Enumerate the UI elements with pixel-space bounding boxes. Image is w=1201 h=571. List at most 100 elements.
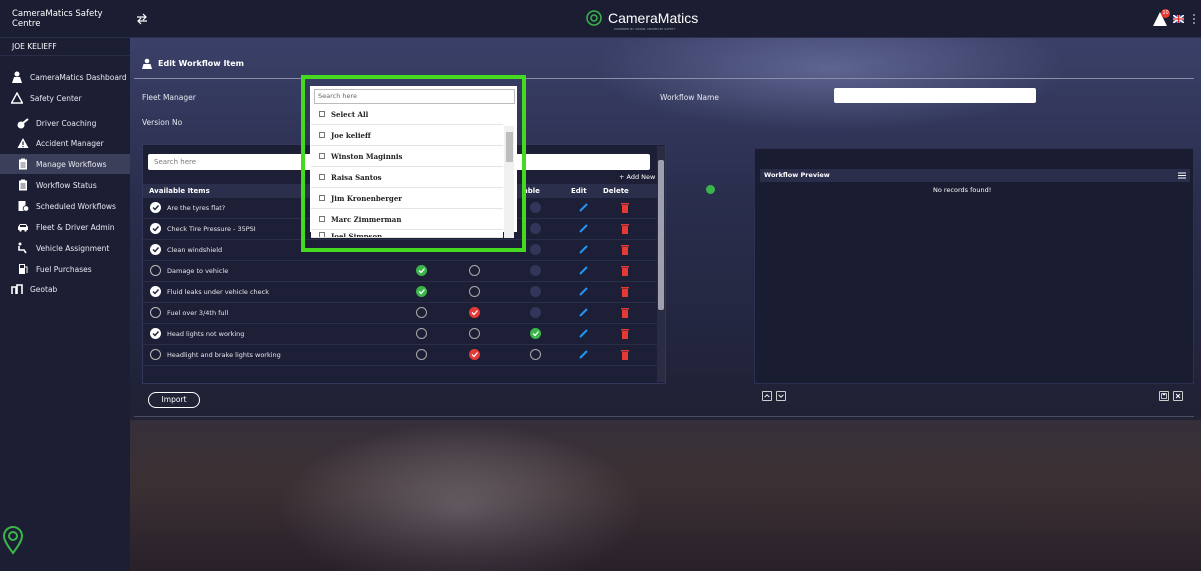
row-name: Headlight and brake lights working (167, 351, 281, 359)
camera-logo-icon (586, 10, 602, 26)
import-button[interactable]: Import (148, 392, 200, 408)
whistle-icon (16, 116, 30, 130)
header-edit: Edit (571, 187, 587, 195)
delete-trash-icon[interactable] (621, 286, 629, 297)
sidebar-item-label: Vehicle Assignment (36, 243, 110, 253)
move-down-icon[interactable] (776, 391, 786, 401)
status-dark-icon[interactable] (530, 202, 541, 213)
sidebar-item-dashboard[interactable]: CameraMatics Dashboard (0, 67, 130, 87)
sidebar-item-label: Geotab (30, 284, 58, 294)
edit-pencil-icon[interactable] (579, 223, 589, 233)
clipboard-person-icon (142, 58, 152, 69)
edit-pencil-icon[interactable] (579, 286, 589, 296)
header-divider (134, 78, 1194, 79)
sidebar-item-manage-workflows[interactable]: Manage Workflows (0, 154, 130, 174)
move-up-icon[interactable] (762, 391, 772, 401)
sidebar-item-safety-center[interactable]: Safety Center (0, 88, 130, 108)
status-red-icon[interactable] (469, 349, 480, 360)
status-green-icon[interactable] (530, 328, 541, 339)
edit-pencil-icon[interactable] (579, 202, 589, 212)
status-empty-icon[interactable] (530, 349, 541, 360)
sidebar-item-fleet-driver-admin[interactable]: Fleet & Driver Admin (0, 217, 130, 237)
status-green-icon[interactable] (416, 265, 427, 276)
notification-badge: 10 (1161, 9, 1170, 18)
edit-pencil-icon[interactable] (579, 244, 589, 254)
checked-circle-icon[interactable] (150, 223, 161, 234)
uk-flag-icon[interactable] (1173, 15, 1184, 23)
sidebar-item-label: Accident Manager (36, 138, 104, 148)
workflow-name-input[interactable] (834, 88, 1036, 103)
logo-text: CameraMatics (608, 10, 699, 26)
edit-pencil-icon[interactable] (579, 328, 589, 338)
delete-trash-icon[interactable] (621, 223, 629, 234)
warning-outline-icon (10, 91, 24, 105)
items-scrollbar-thumb[interactable] (658, 160, 664, 310)
status-dark-icon[interactable] (530, 223, 541, 234)
sidebar-item-label: Fleet & Driver Admin (36, 222, 115, 232)
delete-trash-icon[interactable] (621, 307, 629, 318)
checked-circle-icon[interactable] (150, 286, 161, 297)
top-bar: CameraMatics Safety Centre CameraMatics … (0, 0, 1201, 38)
close-icon[interactable] (1173, 391, 1183, 401)
status-empty-icon[interactable] (416, 307, 427, 318)
sidebar-item-vehicle-assignment[interactable]: Vehicle Assignment (0, 238, 130, 258)
delete-trash-icon[interactable] (621, 202, 629, 213)
edit-pencil-icon[interactable] (579, 265, 589, 275)
edit-pencil-icon[interactable] (579, 349, 589, 359)
table-row[interactable]: Head lights not working (143, 324, 658, 345)
sidebar-item-label: Workflow Status (36, 180, 97, 190)
car-icon (16, 220, 30, 234)
checked-circle-icon[interactable] (150, 328, 161, 339)
unchecked-circle-icon[interactable] (150, 265, 161, 276)
table-row[interactable]: Damage to vehicle (143, 261, 658, 282)
status-green-icon[interactable] (416, 286, 427, 297)
unchecked-circle-icon[interactable] (150, 349, 161, 360)
save-icon[interactable] (1159, 391, 1169, 401)
page-title: Edit Workflow Item (142, 58, 244, 69)
unchecked-circle-icon[interactable] (150, 307, 161, 318)
edit-pencil-icon[interactable] (579, 307, 589, 317)
sidebar-item-scheduled-workflows[interactable]: Scheduled Workflows (0, 196, 130, 216)
row-name: Fuel over 3/4th full (167, 309, 229, 317)
sidebar-item-geotab[interactable]: Geotab (0, 279, 130, 299)
swap-icon[interactable] (136, 13, 148, 25)
delete-trash-icon[interactable] (621, 349, 629, 360)
workflow-preview-title: Workflow Preview (760, 169, 1190, 182)
status-empty-icon[interactable] (469, 328, 480, 339)
header-delete: Delete (603, 187, 629, 195)
table-row[interactable]: Fluid leaks under vehicle check (143, 282, 658, 303)
status-empty-icon[interactable] (416, 328, 427, 339)
fuel-icon (16, 262, 30, 276)
sidebar-item-fuel-purchases[interactable]: Fuel Purchases (0, 259, 130, 279)
status-empty-icon[interactable] (469, 286, 480, 297)
checked-circle-icon[interactable] (150, 244, 161, 255)
sidebar-item-label: Safety Center (30, 93, 82, 103)
table-row[interactable]: Fuel over 3/4th full (143, 303, 658, 324)
warning-icon (16, 136, 30, 150)
status-dark-icon[interactable] (530, 244, 541, 255)
move-right-icon[interactable] (706, 185, 715, 194)
status-red-icon[interactable] (469, 307, 480, 318)
status-empty-icon[interactable] (469, 265, 480, 276)
status-dark-icon[interactable] (530, 286, 541, 297)
delete-trash-icon[interactable] (621, 328, 629, 339)
table-row[interactable]: Headlight and brake lights working (143, 345, 658, 366)
more-menu-icon[interactable] (1193, 14, 1195, 24)
status-dark-icon[interactable] (530, 265, 541, 276)
app-brand-title[interactable]: CameraMatics Safety Centre (0, 0, 130, 38)
footer-divider (134, 416, 1194, 417)
delete-trash-icon[interactable] (621, 265, 629, 276)
sidebar-item-driver-coaching[interactable]: Driver Coaching (0, 113, 130, 133)
clipboard-icon (16, 178, 30, 192)
delete-trash-icon[interactable] (621, 244, 629, 255)
status-empty-icon[interactable] (416, 349, 427, 360)
status-dark-icon[interactable] (530, 307, 541, 318)
checked-circle-icon[interactable] (150, 202, 161, 213)
sidebar-item-accident-manager[interactable]: Accident Manager (0, 133, 130, 153)
sidebar-item-label: CameraMatics Dashboard (30, 72, 127, 82)
menu-icon[interactable] (1178, 172, 1186, 179)
sidebar-item-workflow-status[interactable]: Workflow Status (0, 175, 130, 195)
row-name: Clean windshield (167, 246, 223, 254)
add-new-button[interactable]: + Add New (619, 173, 655, 181)
version-no-label: Version No (142, 118, 183, 127)
